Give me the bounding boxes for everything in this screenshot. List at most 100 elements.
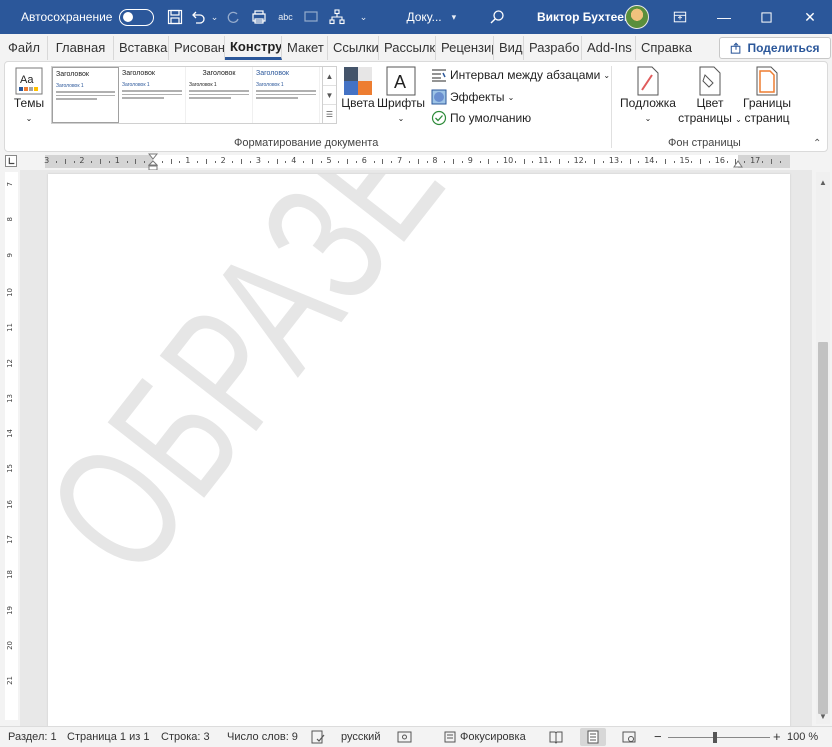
paragraph-spacing-button[interactable]: Интервал между абзацами ⌄ (431, 68, 610, 82)
minimize-button[interactable]: — (702, 0, 746, 34)
horizontal-ruler[interactable]: 3 2 1 1 2 3 4 5 6 7 8 9 10 11 12 13 14 15 16 17 (44, 153, 790, 171)
colors-button[interactable]: Цвета (340, 66, 376, 111)
spelling-icon[interactable]: abc (272, 4, 298, 30)
redo-icon[interactable] (220, 4, 246, 30)
ruler-tick (267, 161, 269, 163)
undo-dropdown-icon[interactable]: ⌄ (208, 4, 220, 30)
tab-review[interactable]: Рецензир (436, 36, 494, 60)
fonts-button[interactable]: A Шрифты ⌄ (377, 66, 425, 126)
style-set-item[interactable]: Заголовок Заголовок 1 (186, 67, 253, 123)
print-layout-button[interactable] (580, 728, 606, 746)
org-chart-icon[interactable] (324, 4, 350, 30)
maximize-button[interactable] (744, 0, 788, 34)
collapse-ribbon-icon[interactable]: ⌃ (813, 138, 821, 149)
ruler-number: 11 (6, 323, 14, 333)
tab-help[interactable]: Справка (636, 36, 694, 60)
undo-icon[interactable] (188, 4, 208, 30)
ruler-tick (461, 161, 463, 163)
ruler-tick (347, 159, 349, 164)
avatar[interactable] (625, 5, 649, 29)
word-count[interactable]: Число слов: 9 (227, 731, 298, 743)
fonts-dropdown-icon: ⌄ (397, 114, 405, 123)
ruler-tick (514, 161, 516, 163)
focus-mode-button[interactable]: Фокусировка (460, 731, 526, 743)
watermark-button[interactable]: Подложка ⌄ (617, 66, 679, 126)
line-indicator[interactable]: Строка: 3 (161, 731, 210, 743)
tab-draw[interactable]: Рисовани (169, 36, 225, 60)
web-layout-icon[interactable] (622, 730, 636, 744)
ribbon-display-options-icon[interactable] (658, 0, 702, 34)
read-mode-icon[interactable] (549, 730, 563, 744)
tab-design[interactable]: Констру (225, 36, 282, 60)
ruler-tick (673, 161, 675, 163)
page-color-label-2: страницы (678, 111, 732, 125)
set-as-default-button[interactable]: По умолчанию (431, 110, 531, 126)
ruler-tick (100, 159, 102, 164)
indent-marker-icon[interactable] (148, 153, 158, 171)
tab-references[interactable]: Ссылки (328, 36, 379, 60)
ruler-number: 16 (714, 156, 725, 165)
share-button[interactable]: Поделиться (719, 37, 831, 59)
proofing-icon[interactable] (311, 730, 325, 744)
ruler-tick (55, 161, 57, 163)
zoom-out-button[interactable]: − (654, 729, 662, 744)
themes-icon: Aa (15, 67, 43, 95)
tab-view[interactable]: Вид (494, 36, 524, 60)
ruler-tick (417, 159, 419, 164)
style-set-gallery[interactable]: Заголовок Заголовок 1 Заголовок Заголово… (51, 66, 323, 124)
tab-file[interactable]: Файл (0, 36, 48, 60)
scroll-up-icon[interactable]: ▲ (816, 176, 830, 190)
vertical-scrollbar[interactable]: ▲ ▼ (816, 172, 830, 724)
tab-mailings[interactable]: Рассылк (379, 36, 436, 60)
effects-button[interactable]: Эффекты ⌄ (431, 89, 514, 105)
style-set-item[interactable]: Заголовок Заголовок 1 (52, 67, 119, 123)
zoom-slider-thumb[interactable] (713, 732, 717, 743)
page-indicator[interactable]: Страница 1 из 1 (67, 731, 149, 743)
status-bar: Раздел: 1 Страница 1 из 1 Строка: 3 Числ… (0, 726, 832, 747)
tab-addins[interactable]: Add-Ins (582, 36, 636, 60)
style-set-title: Заголовок (122, 70, 155, 77)
document-area[interactable]: ОБРАЗЕЦ (20, 170, 812, 726)
customize-qat-icon[interactable]: ⌄ (350, 4, 376, 30)
tab-insert[interactable]: Вставка (114, 36, 169, 60)
new-comment-icon[interactable] (298, 4, 324, 30)
themes-button[interactable]: Aa Темы ⌄ (11, 66, 47, 126)
ruler-number: 14 (6, 429, 14, 439)
ruler-number: 15 (6, 464, 14, 474)
page-color-button[interactable]: Цвет страницы ⌄ (677, 66, 743, 127)
set-as-default-label: По умолчанию (450, 111, 532, 125)
touch-mode-icon[interactable] (246, 4, 272, 30)
gallery-up-icon[interactable]: ▲ (323, 67, 336, 86)
autosave-toggle[interactable] (119, 8, 155, 26)
style-set-item[interactable]: Заголовок Заголовок 1 (253, 67, 320, 123)
document-name[interactable]: Доку... ▾ (406, 10, 456, 24)
ruler-number: 20 (6, 640, 14, 650)
close-button[interactable]: ✕ (788, 0, 832, 34)
document-page[interactable]: ОБРАЗЕЦ (48, 174, 790, 726)
section-indicator[interactable]: Раздел: 1 (8, 731, 57, 743)
zoom-slider[interactable] (668, 737, 770, 738)
save-icon[interactable] (162, 4, 188, 30)
user-name[interactable]: Виктор Бухтеев (537, 10, 631, 24)
tab-selector[interactable] (5, 155, 17, 167)
scrollbar-thumb[interactable] (818, 342, 828, 714)
ruler-tick (408, 161, 410, 163)
style-set-item[interactable]: Заголовок Заголовок 1 (119, 67, 186, 123)
tab-home[interactable]: Главная (48, 36, 114, 60)
ruler-number: 12 (6, 358, 14, 368)
zoom-in-button[interactable]: + (773, 729, 781, 744)
accessibility-icon[interactable] (397, 730, 412, 744)
gallery-down-icon[interactable]: ▼ (323, 86, 336, 105)
scroll-down-icon[interactable]: ▼ (816, 710, 830, 724)
gallery-more-icon[interactable]: ☰ (323, 105, 336, 123)
ruler-tick (355, 161, 357, 163)
page-borders-button[interactable]: Границы страниц (741, 66, 793, 126)
tab-developer[interactable]: Разрабо (524, 36, 582, 60)
ruler-tick (338, 161, 340, 163)
zoom-level[interactable]: 100 % (787, 731, 818, 743)
ruler-tick (91, 161, 93, 163)
search-icon[interactable] (484, 4, 510, 30)
vertical-ruler: 7 8 9 10 11 12 13 14 15 16 17 18 19 20 21 (5, 172, 18, 720)
tab-layout[interactable]: Макет (282, 36, 328, 60)
language-indicator[interactable]: русский (341, 731, 380, 743)
